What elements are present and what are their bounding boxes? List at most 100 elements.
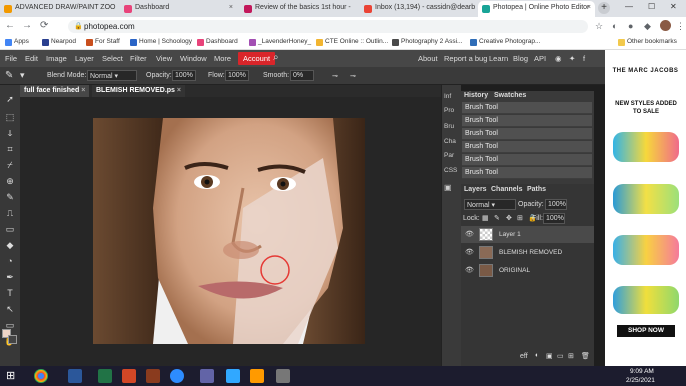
lasso-tool-icon[interactable]: ↆ	[4, 127, 16, 139]
dodge-tool-icon[interactable]: ◔	[4, 255, 16, 267]
layer-blend-select[interactable]: Normal ▾	[464, 199, 516, 210]
menu-learn[interactable]: Learn	[489, 54, 508, 63]
blend-mode-select[interactable]: Normal ▾	[87, 70, 137, 81]
tab-character[interactable]: Cha	[444, 138, 456, 145]
bookmark-item[interactable]: Photography 2 Assi...	[392, 38, 462, 46]
minimize-icon[interactable]: —	[625, 2, 633, 11]
windows-start-icon[interactable]: ⊞	[6, 369, 20, 383]
reload-icon[interactable]: ⟳	[40, 20, 48, 31]
forward-arrow-icon[interactable]: →	[22, 20, 32, 31]
bookmark-item[interactable]: Nearpod	[42, 38, 76, 46]
menu-kebab-icon[interactable]: ⋮	[676, 21, 685, 32]
adjustment-icon[interactable]: ◐	[535, 352, 539, 359]
menu-more[interactable]: More	[214, 54, 231, 63]
clone-stamp-icon[interactable]: ⎍	[4, 207, 16, 219]
history-item[interactable]: Brush Tool	[462, 128, 592, 140]
search-icon[interactable]: ⌕	[273, 52, 279, 63]
lock-transparency-icon[interactable]: ▦	[482, 214, 489, 222]
doc-tab-active[interactable]: BLEMISH REMOVED.ps ×	[92, 85, 185, 97]
back-arrow-icon[interactable]: ←	[5, 20, 15, 31]
tab-paths[interactable]: Paths	[527, 186, 546, 193]
lock-position-icon[interactable]: ✥	[506, 214, 512, 222]
history-item[interactable]: Brush Tool	[462, 167, 592, 179]
chrome-icon[interactable]	[34, 369, 48, 383]
type-tool-icon[interactable]: T	[4, 287, 16, 299]
word-icon[interactable]	[68, 369, 82, 383]
extension-icon[interactable]: ◆	[644, 21, 651, 32]
teams-icon[interactable]	[200, 369, 214, 383]
marquee-tool-icon[interactable]: ⬚	[4, 111, 16, 123]
eye-icon[interactable]: 👁	[465, 266, 474, 274]
reddit-icon[interactable]: ◉	[555, 54, 562, 63]
tab-close-icon[interactable]: ×	[587, 4, 591, 11]
close-window-icon[interactable]: ✕	[670, 2, 677, 11]
opacity-input[interactable]: 100%	[172, 70, 196, 81]
menu-edit[interactable]: Edit	[25, 54, 38, 63]
browser-tab[interactable]: ADVANCED DRAW/PAINT ZOO	[0, 1, 117, 17]
facebook-icon[interactable]: f	[583, 54, 585, 63]
bookmark-item[interactable]: For Staff	[86, 38, 120, 46]
new-tab-button[interactable]: +	[598, 2, 610, 14]
tab-history[interactable]: History	[464, 92, 488, 99]
bookmark-item[interactable]: CTE Online :: Outlin...	[316, 38, 388, 46]
pen-tool-icon[interactable]: ✒	[4, 271, 16, 283]
menu-blog[interactable]: Blog	[513, 54, 528, 63]
tab-swatches[interactable]: Swatches	[494, 92, 526, 99]
bookmark-item[interactable]: Creative Photograp...	[470, 38, 540, 46]
browser-tab[interactable]: Inbox (13,194) - cassidn@dearb	[360, 1, 477, 17]
canvas-image[interactable]	[93, 118, 365, 344]
zoom-icon[interactable]	[170, 369, 184, 383]
extension-icon[interactable]: ●	[628, 21, 633, 31]
background-color-swatch[interactable]	[8, 335, 17, 344]
powerpoint-icon[interactable]	[122, 369, 136, 383]
menu-view[interactable]: View	[156, 54, 172, 63]
url-input[interactable]: 🔒 photopea.com	[68, 20, 588, 33]
bookmark-item[interactable]: Apps	[5, 38, 29, 46]
extension-icon[interactable]: ◐	[612, 21, 617, 31]
history-item[interactable]: Brush Tool	[462, 102, 592, 114]
tab-properties[interactable]: Pro	[444, 107, 454, 114]
layer-row[interactable]: 👁 ORIGINAL	[461, 262, 594, 279]
doc-tab[interactable]: full face finished ×	[20, 85, 90, 97]
menu-api[interactable]: API	[534, 54, 546, 63]
fill-input[interactable]: 100%	[543, 213, 565, 224]
crop-tool-icon[interactable]: ⌗	[4, 143, 16, 155]
menu-select[interactable]: Select	[102, 54, 123, 63]
menu-image[interactable]: Image	[46, 54, 67, 63]
eyedropper-tool-icon[interactable]: ⌿	[4, 159, 16, 171]
excel-icon[interactable]	[98, 369, 112, 383]
advertisement-panel[interactable]: THE MARC JACOBS NEW STYLES ADDED TO SALE…	[605, 50, 686, 366]
layer-row[interactable]: 👁 Layer 1	[461, 226, 594, 243]
menu-layer[interactable]: Layer	[75, 54, 94, 63]
star-icon[interactable]: ☆	[595, 21, 603, 32]
tab-css[interactable]: CSS	[444, 167, 457, 174]
photoshop-icon[interactable]	[226, 369, 240, 383]
browser-tab[interactable]: Review of the basics 1st hour -	[240, 1, 357, 17]
flow-input[interactable]: 100%	[225, 70, 249, 81]
menu-report-bug[interactable]: Report a bug	[444, 54, 487, 63]
tab-paragraph[interactable]: Par	[444, 152, 454, 159]
group-folder-icon[interactable]: ▭	[557, 352, 564, 360]
history-item[interactable]: Brush Tool	[462, 141, 592, 153]
mask-icon[interactable]: ▣	[546, 352, 553, 360]
profile-avatar[interactable]	[660, 20, 671, 31]
layer-row[interactable]: 👁 BLEMISH REMOVED	[461, 244, 594, 261]
history-item[interactable]: Brush Tool	[462, 154, 592, 166]
trash-icon[interactable]: 🗑	[581, 352, 590, 360]
brush-tool-icon[interactable]: ✎	[4, 191, 16, 203]
app-icon[interactable]	[146, 369, 160, 383]
blur-tool-icon[interactable]: ◆	[4, 239, 16, 251]
illustrator-icon[interactable]	[250, 369, 264, 383]
tab-layers[interactable]: Layers	[464, 186, 487, 193]
pressure-icon[interactable]: ⊸	[350, 72, 356, 80]
eye-icon[interactable]: 👁	[465, 230, 474, 238]
tab-channels[interactable]: Channels	[491, 186, 523, 193]
lock-pixels-icon[interactable]: ✎	[494, 214, 500, 222]
lock-artboard-icon[interactable]: ⊞	[517, 214, 523, 222]
layer-opacity-input[interactable]: 100%	[545, 199, 567, 210]
tab-brush[interactable]: Bru	[444, 123, 454, 130]
menu-file[interactable]: File	[5, 54, 17, 63]
history-item[interactable]: Brush Tool	[462, 115, 592, 127]
bookmark-item[interactable]: Home | Schoology	[130, 38, 192, 46]
airbrush-icon[interactable]: ⊸	[332, 72, 338, 80]
